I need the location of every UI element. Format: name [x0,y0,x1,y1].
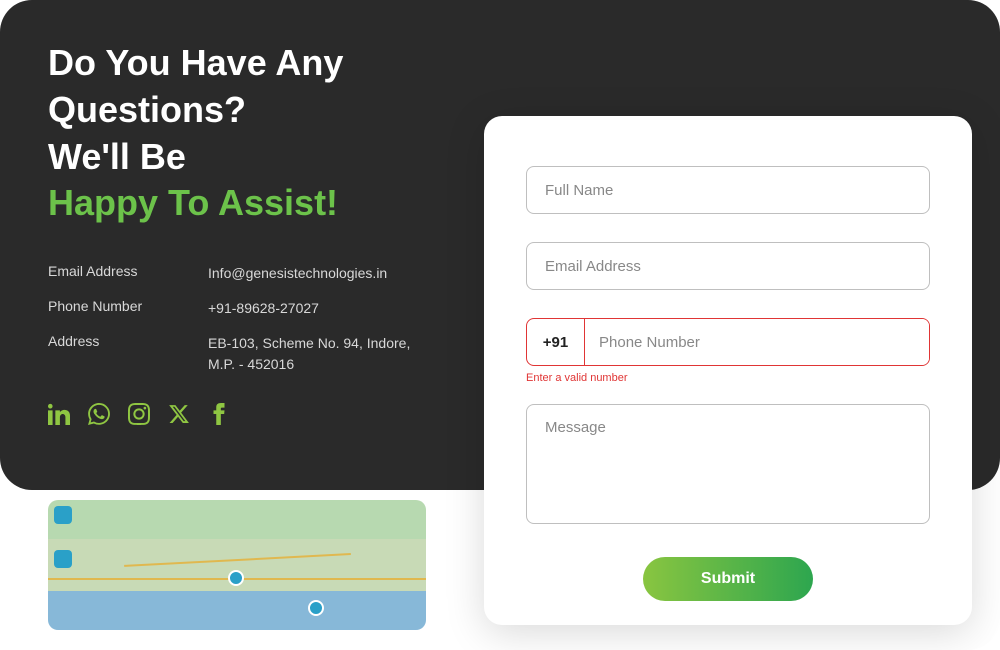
fullname-input[interactable] [526,166,930,214]
instagram-icon[interactable] [128,403,150,430]
email-value: Info@genesistechnologies.in [208,263,387,284]
map-preview[interactable] [48,500,426,630]
phone-prefix[interactable]: +91 [527,319,585,365]
heading: Do You Have Any Questions? We'll Be Happ… [48,40,468,227]
whatsapp-icon[interactable] [88,403,110,430]
email-label: Email Address [48,263,208,284]
email-input[interactable] [526,242,930,290]
linkedin-icon[interactable] [48,403,70,430]
heading-line2: We'll Be [48,134,468,181]
phone-value: +91-89628-27027 [208,298,319,319]
x-twitter-icon[interactable] [168,403,190,430]
message-textarea[interactable] [526,404,930,524]
address-value: EB-103, Scheme No. 94, Indore, M.P. - 45… [208,333,428,375]
phone-error: Enter a valid number [526,372,930,384]
address-label: Address [48,333,208,375]
contact-form: +91 Enter a valid number Submit [484,116,972,625]
heading-line1: Do You Have Any Questions? [48,40,468,134]
heading-line3: Happy To Assist! [48,180,468,227]
submit-button[interactable]: Submit [643,557,813,601]
phone-label: Phone Number [48,298,208,319]
facebook-icon[interactable] [208,403,230,430]
phone-input[interactable] [585,319,929,365]
